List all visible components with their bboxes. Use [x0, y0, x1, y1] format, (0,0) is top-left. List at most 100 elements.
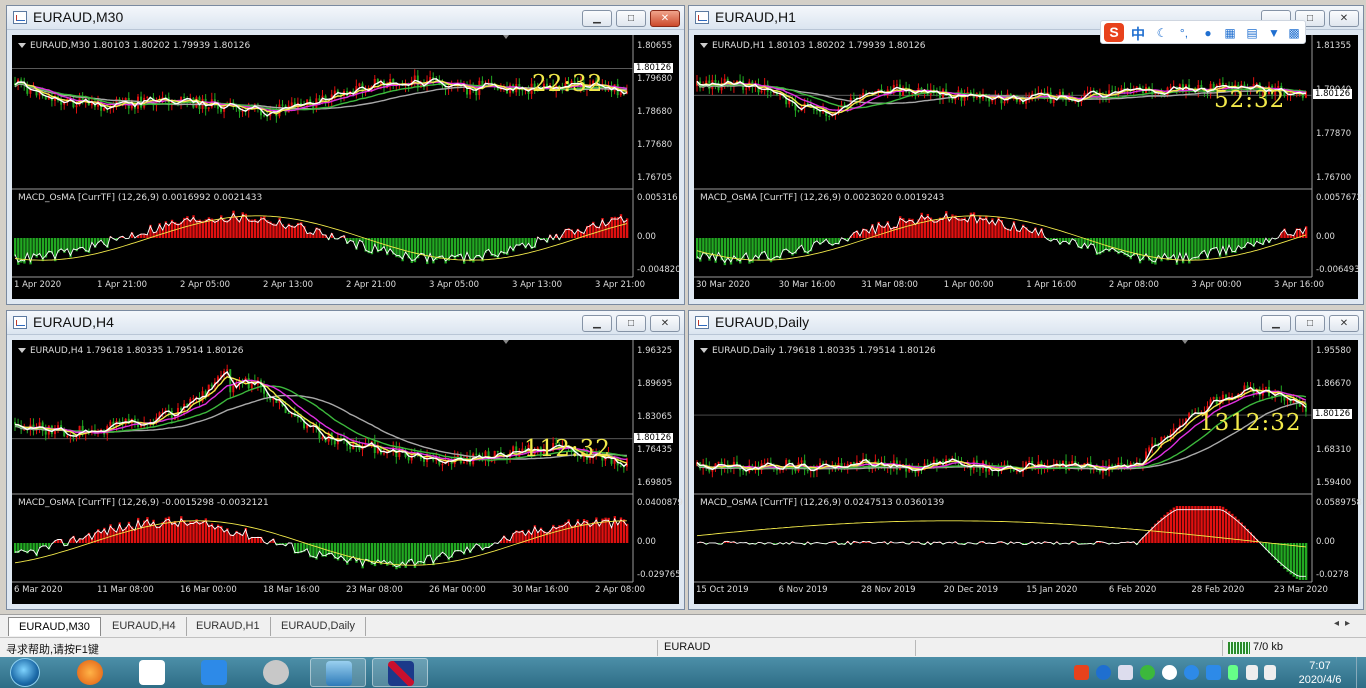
ime-toolbar[interactable]: S 中 ☾ °, ● ▦ ▤ ▼ ▩ [1100, 20, 1306, 44]
macd-histogram-bar [610, 525, 613, 543]
show-desktop-button[interactable] [1356, 657, 1366, 688]
window-titlebar[interactable]: EURAUD,M30 ▁ □ ✕ [7, 6, 684, 30]
chart-svg [694, 35, 1313, 278]
maximize-button[interactable]: □ [1295, 315, 1325, 332]
macd-histogram-bar [711, 238, 714, 256]
window-titlebar[interactable]: EURAUD,Daily ▁ □ ✕ [689, 311, 1363, 335]
macd-histogram-bar [256, 220, 260, 238]
tab-euraud-daily[interactable]: EURAUD,Daily [271, 617, 366, 636]
chart-canvas[interactable]: EURAUD,Daily 1.79618 1.80335 1.79514 1.8… [694, 340, 1362, 604]
macd-histogram-bar [932, 220, 936, 238]
time-axis-label: 2 Apr 05:00 [180, 280, 231, 290]
chart-menu-triangle-icon[interactable] [18, 43, 26, 48]
macd-histogram-bar [50, 238, 54, 254]
toolbox-icon[interactable]: ▤ [1245, 26, 1259, 40]
wechat-tray-icon[interactable] [1140, 665, 1155, 680]
candle-body [988, 469, 991, 472]
start-button[interactable] [4, 657, 44, 688]
maximize-button[interactable]: □ [616, 10, 646, 27]
macd-axis-label: 0.00 [1316, 232, 1335, 242]
window-titlebar[interactable]: EURAUD,H4 ▁ □ ✕ [7, 311, 684, 335]
bar-countdown-timer: 52:32 [1214, 87, 1286, 113]
taskbar-app-cloud[interactable] [124, 658, 180, 687]
macd-axis-label: -0.004820 [637, 265, 681, 275]
sogou-tray-icon[interactable] [1074, 665, 1089, 680]
taskbar-app-media[interactable] [248, 658, 304, 687]
close-button[interactable]: ✕ [650, 315, 680, 332]
macd-histogram-bar [201, 520, 204, 543]
chart-menu-triangle-icon[interactable] [18, 348, 26, 353]
time-axis-label: 28 Feb 2020 [1191, 585, 1245, 595]
minimize-button[interactable]: ▁ [582, 10, 612, 27]
macd-histogram-bar [478, 238, 481, 258]
taskbar-app-browser[interactable] [62, 658, 118, 687]
chart-window-h4[interactable]: EURAUD,H4 ▁ □ ✕ EURAUD,H4 1.79618 1.8033… [6, 310, 685, 610]
window-title: EURAUD,H4 [33, 314, 114, 330]
chart-menu-triangle-icon[interactable] [700, 348, 708, 353]
macd-histogram-bar [155, 525, 158, 543]
macd-histogram-bar [140, 526, 143, 543]
candle-body [1071, 460, 1074, 465]
chart-canvas[interactable]: EURAUD,H4 1.79618 1.80335 1.79514 1.8012… [12, 340, 683, 604]
time-axis-label: 15 Oct 2019 [696, 585, 749, 595]
taskbar-app-notes[interactable] [186, 658, 242, 687]
time-axis-label: 6 Feb 2020 [1108, 585, 1157, 595]
minimize-button[interactable]: ▁ [582, 315, 612, 332]
macd-axis-label: -0.029765 [637, 570, 681, 580]
macd-histogram-bar [226, 220, 229, 238]
close-button[interactable]: ✕ [1329, 10, 1359, 27]
maximize-button[interactable]: □ [616, 315, 646, 332]
time-axis-label: 26 Mar 00:00 [429, 585, 486, 595]
help-tray-icon[interactable] [1096, 665, 1111, 680]
candle-body [1218, 82, 1221, 86]
skin-shirt-icon[interactable]: ▼ [1267, 26, 1281, 40]
moon-icon[interactable]: ☾ [1155, 26, 1169, 40]
volume-tray-icon[interactable] [1264, 665, 1276, 680]
taskbar-app-explorer[interactable] [310, 658, 366, 687]
macd-readout: MACD_OsMA [CurrTF] (12,26,9) -0.0015298 … [18, 498, 269, 508]
chart-canvas[interactable]: EURAUD,M30 1.80103 1.80202 1.79939 1.801… [12, 35, 681, 299]
cloud-tray-icon[interactable] [1162, 665, 1177, 680]
ime-mode-toggle[interactable]: 中 [1131, 24, 1145, 44]
shield-tray-icon[interactable] [1206, 665, 1221, 680]
tab-scroll-arrows-icon[interactable]: ◂▸ [1334, 618, 1356, 629]
device-tray-icon[interactable] [1118, 665, 1133, 680]
chart-window-h1[interactable]: EURAUD,H1 ▁ □ ✕ EURAUD,H1 1.80103 1.8020… [688, 5, 1364, 305]
minimize-button[interactable]: ▁ [1261, 315, 1291, 332]
macd-histogram-bar [327, 543, 331, 555]
taskbar-app-metatrader[interactable] [372, 658, 428, 687]
close-button[interactable]: ✕ [1329, 315, 1359, 332]
microphone-icon[interactable]: ● [1201, 26, 1215, 40]
chart-svg [12, 340, 634, 583]
keyboard-icon[interactable]: ▦ [1223, 26, 1237, 40]
chart-window-icon [695, 316, 709, 329]
tab-euraud-h4[interactable]: EURAUD,H4 [102, 617, 187, 636]
time-axis-label: 6 Nov 2019 [778, 585, 828, 595]
chart-menu-triangle-icon[interactable] [700, 43, 708, 48]
grid-menu-icon[interactable]: ▩ [1287, 26, 1301, 40]
tab-euraud-h1[interactable]: EURAUD,H1 [186, 617, 271, 636]
macd-histogram-bar [1194, 506, 1197, 543]
taskbar-clock[interactable]: 7:07 2020/4/6 [1290, 659, 1350, 687]
punctuation-icon[interactable]: °, [1177, 26, 1191, 40]
sogou-logo-icon[interactable]: S [1104, 23, 1124, 42]
macd-histogram-bar [238, 220, 241, 238]
network-tray-icon[interactable] [1228, 665, 1238, 680]
time-axis-label: 2 Apr 21:00 [346, 280, 397, 290]
feather-tray-icon[interactable] [1184, 665, 1199, 680]
chart-window-m30[interactable]: EURAUD,M30 ▁ □ ✕ EURAUD,M30 1.80103 1.80… [6, 5, 685, 305]
tab-euraud-m30[interactable]: EURAUD,M30 [8, 617, 101, 636]
candle-body [220, 108, 223, 112]
candle-body [852, 97, 855, 99]
candle-body [1169, 86, 1172, 88]
macd-histogram-bar [717, 238, 720, 255]
chart-window-daily[interactable]: EURAUD,Daily ▁ □ ✕ EURAUD,Daily 1.79618 … [688, 310, 1364, 610]
signal-bars-tray-icon[interactable] [1246, 665, 1258, 680]
macd-histogram-bar [223, 530, 226, 543]
macd-histogram-bar [1203, 506, 1206, 543]
macd-histogram-bar [988, 222, 991, 238]
close-button[interactable]: ✕ [650, 10, 680, 27]
macd-histogram-bar [38, 238, 41, 256]
macd-histogram-bar [561, 524, 564, 543]
chart-canvas[interactable]: EURAUD,H1 1.80103 1.80202 1.79939 1.8012… [694, 35, 1362, 299]
